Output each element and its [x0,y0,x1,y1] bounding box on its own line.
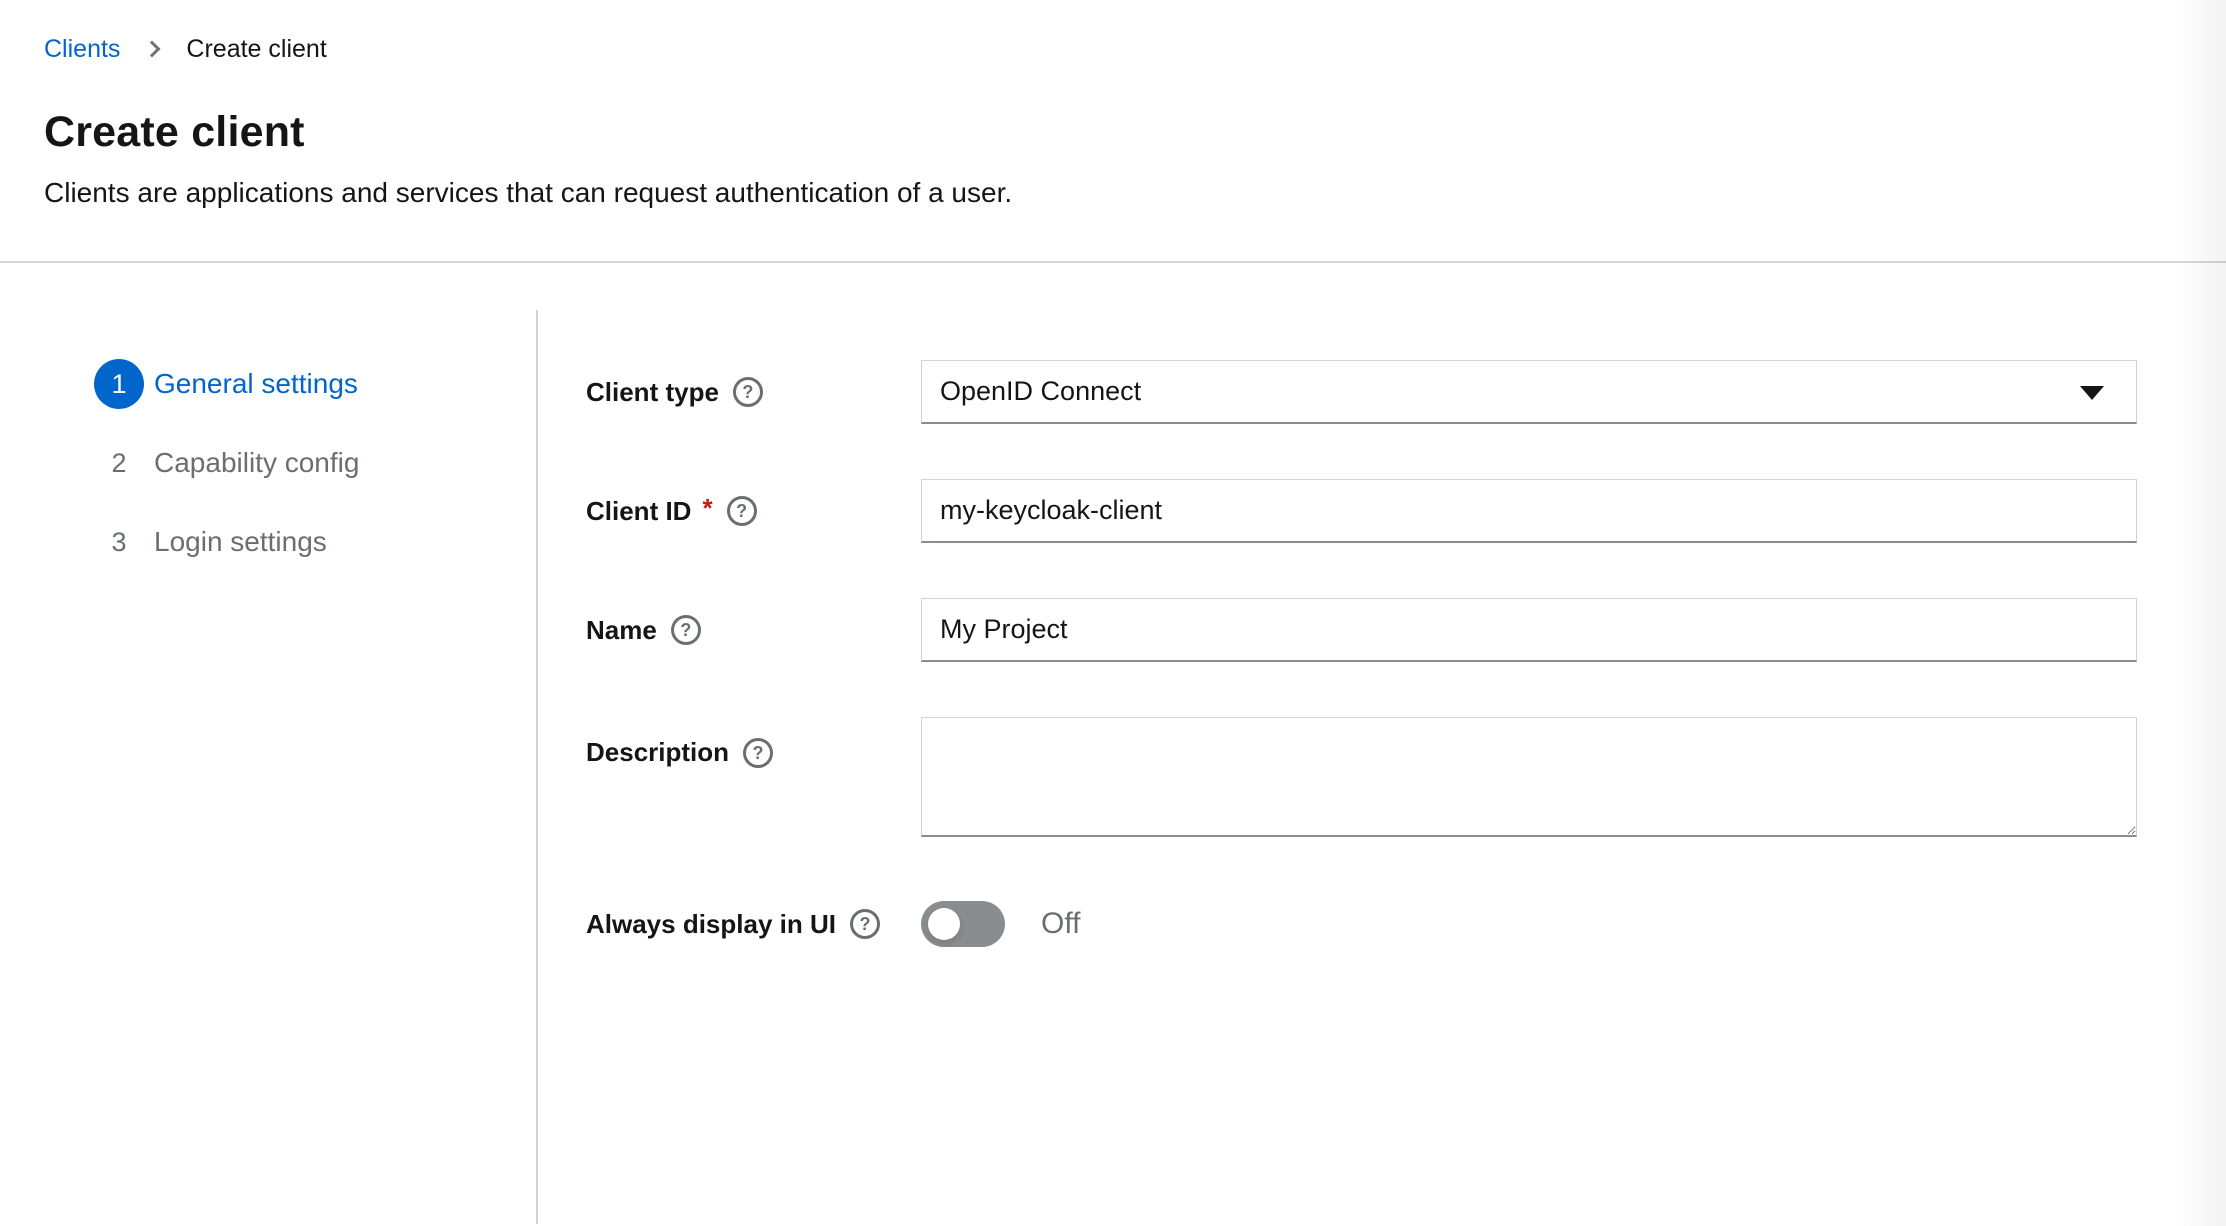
form-row-name: Name ? [586,598,2137,662]
client-id-label: Client ID * ? [586,496,921,527]
page-header: Clients Create client Create client Clie… [0,0,2226,263]
breadcrumb-current-page: Create client [186,32,326,66]
always-display-switch-wrap: Off [921,892,2137,956]
help-icon[interactable]: ? [671,615,701,645]
create-client-form: Client type ? OpenID Connect Client ID *… [538,263,2226,1224]
always-display-toggle[interactable] [921,901,1005,947]
name-input[interactable] [921,598,2137,662]
wizard-step-general-settings[interactable]: 1 General settings [94,359,536,409]
step-1-badge: 1 [94,359,144,409]
form-row-client-id: Client ID * ? [586,479,2137,543]
help-icon[interactable]: ? [743,738,773,768]
step-2-label: Capability config [154,447,359,479]
step-3-label: Login settings [154,526,327,558]
wizard-step-login-settings[interactable]: 3 Login settings [94,517,536,567]
page-title: Create client [44,106,2182,158]
breadcrumb: Clients Create client [44,32,2182,66]
always-display-label: Always display in UI ? [586,909,921,940]
wizard-content: 1 General settings 2 Capability config 3… [0,263,2226,1224]
help-icon[interactable]: ? [727,496,757,526]
form-row-client-type: Client type ? OpenID Connect [586,360,2137,424]
help-icon[interactable]: ? [733,377,763,407]
name-label-text: Name [586,615,657,646]
wizard-step-capability-config[interactable]: 2 Capability config [94,438,536,488]
form-row-description: Description ? [586,717,2137,837]
client-type-select[interactable]: OpenID Connect [921,360,2137,424]
step-1-label: General settings [154,368,358,400]
client-type-selected-value: OpenID Connect [940,376,1141,407]
description-label: Description ? [586,717,921,768]
breadcrumb-link-clients[interactable]: Clients [44,32,120,66]
description-textarea[interactable] [921,717,2137,837]
description-label-text: Description [586,737,729,768]
toggle-knob-icon [928,908,960,940]
client-type-label-text: Client type [586,377,719,408]
always-display-label-text: Always display in UI [586,909,836,940]
chevron-right-icon [144,41,161,58]
required-asterisk: * [702,493,712,524]
caret-down-icon [2080,386,2104,400]
form-row-always-display: Always display in UI ? Off [586,892,2137,956]
help-icon[interactable]: ? [850,909,880,939]
step-2-badge: 2 [94,438,144,488]
toggle-state-label[interactable]: Off [1041,907,1080,941]
step-3-badge: 3 [94,517,144,567]
client-type-label: Client type ? [586,377,921,408]
page-subtitle: Clients are applications and services th… [44,174,2182,212]
wizard-nav: 1 General settings 2 Capability config 3… [0,263,536,1224]
client-id-input[interactable] [921,479,2137,543]
name-label: Name ? [586,615,921,646]
client-id-label-text: Client ID [586,496,691,527]
